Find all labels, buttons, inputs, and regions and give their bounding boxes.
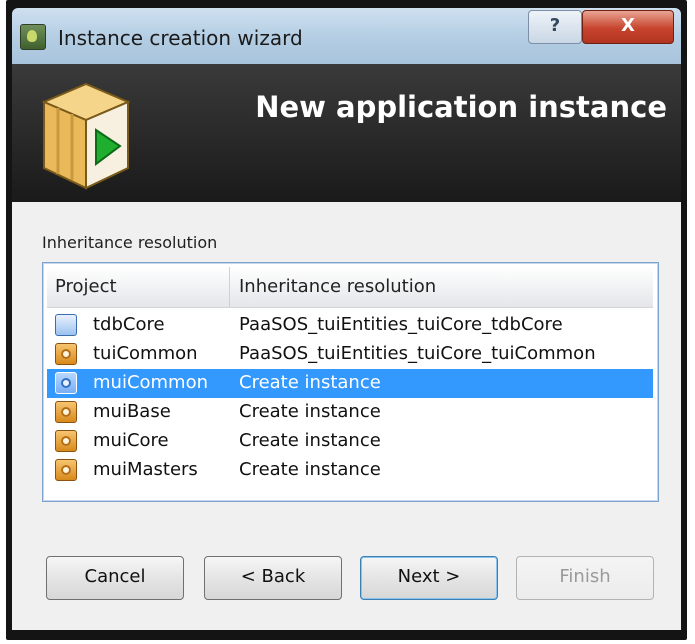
database-icon <box>55 314 77 336</box>
gear-icon <box>55 459 77 481</box>
back-button[interactable]: < Back <box>204 556 342 600</box>
project-cell: muiMasters <box>93 459 198 480</box>
gear-icon <box>55 343 77 365</box>
table-row[interactable]: muiMasters Create instance <box>47 456 653 485</box>
window-title: Instance creation wizard <box>58 26 303 50</box>
close-button[interactable]: X <box>582 10 674 44</box>
resolution-cell: Create instance <box>239 459 381 480</box>
package-icon <box>41 82 131 190</box>
table-row[interactable]: muiCore Create instance <box>47 427 653 456</box>
table-row-selected[interactable]: muiCommon Create instance <box>47 369 653 398</box>
table-row[interactable]: tuiCommon PaaSOS_tuiEntities_tuiCore_tui… <box>47 340 653 369</box>
next-button[interactable]: Next > <box>360 556 498 600</box>
resolution-cell: Create instance <box>239 430 381 451</box>
resolution-cell: PaaSOS_tuiEntities_tuiCore_tuiCommon <box>239 343 596 364</box>
project-cell: muiCore <box>93 430 169 451</box>
column-header-inheritance[interactable]: Inheritance resolution <box>233 267 657 307</box>
inheritance-table[interactable]: Project Inheritance resolution tdbCore P… <box>42 262 659 502</box>
project-cell: tuiCommon <box>93 343 198 364</box>
table-row[interactable]: muiBase Create instance <box>47 398 653 427</box>
table-row[interactable]: tdbCore PaaSOS_tuiEntities_tuiCore_tdbCo… <box>47 311 653 340</box>
gear-icon <box>55 430 77 452</box>
gear-icon <box>55 401 77 423</box>
resolution-cell: Create instance <box>239 372 381 393</box>
resolution-cell: Create instance <box>239 401 381 422</box>
cancel-button[interactable]: Cancel <box>46 556 184 600</box>
finish-button[interactable]: Finish <box>516 556 654 600</box>
help-button[interactable]: ? <box>528 10 582 44</box>
resolution-cell: PaaSOS_tuiEntities_tuiCore_tdbCore <box>239 314 563 335</box>
section-label: Inheritance resolution <box>42 233 218 252</box>
project-cell: muiBase <box>93 401 171 422</box>
banner-title: New application instance <box>255 90 667 124</box>
app-icon <box>20 24 46 50</box>
column-header-project[interactable]: Project <box>55 267 230 307</box>
project-cell: tdbCore <box>93 314 165 335</box>
project-cell: muiCommon <box>93 372 209 393</box>
table-header: Project Inheritance resolution <box>47 267 653 308</box>
gear-icon <box>55 372 77 394</box>
